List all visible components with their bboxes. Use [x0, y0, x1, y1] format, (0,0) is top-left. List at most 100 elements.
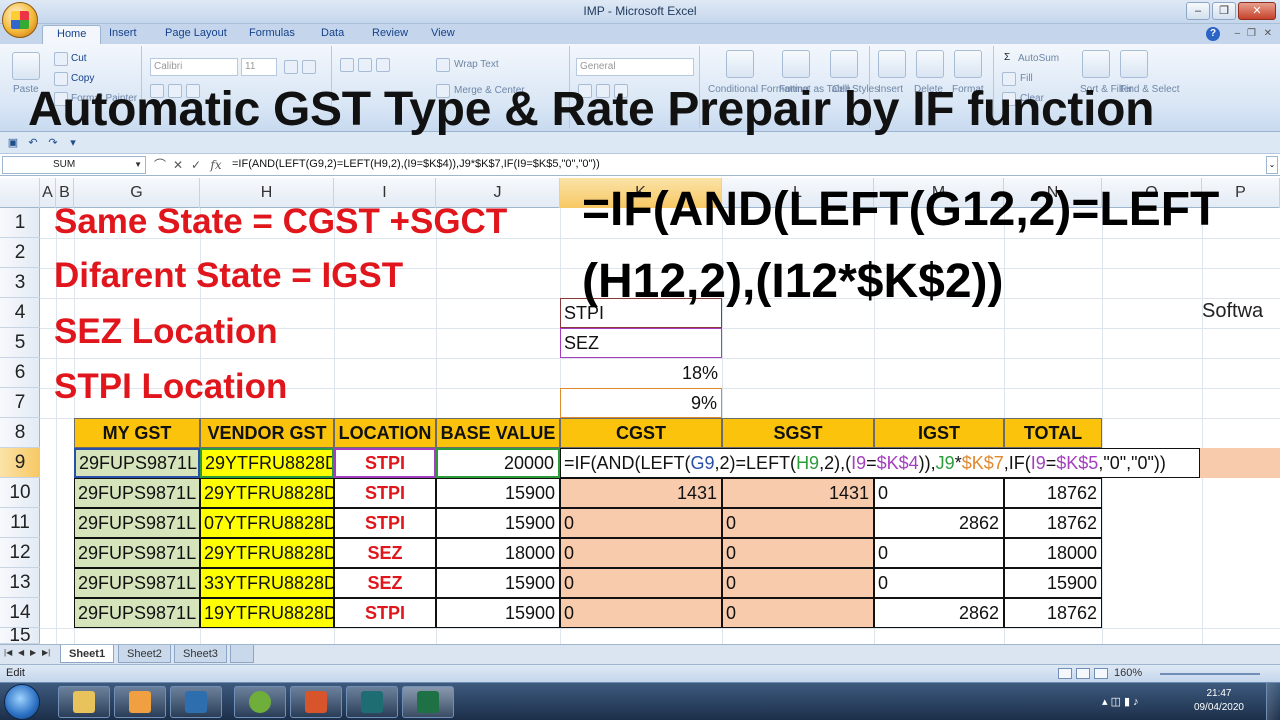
- table-cell-total[interactable]: 15900: [1004, 568, 1102, 598]
- table-cell-my-gst[interactable]: 29FUPS9871L: [74, 538, 200, 568]
- camera-app-taskbar-button[interactable]: [170, 686, 222, 718]
- tab-insert[interactable]: Insert: [109, 27, 137, 39]
- clock[interactable]: 21:47 09/04/2020: [1194, 687, 1244, 715]
- number-format-box[interactable]: General: [576, 58, 694, 76]
- close-button[interactable]: ✕: [1238, 2, 1276, 20]
- help-icon[interactable]: ?: [1206, 27, 1220, 41]
- table-cell-location[interactable]: STPI: [334, 508, 436, 538]
- next-sheet-icon[interactable]: ▶: [30, 648, 36, 657]
- table-cell-location[interactable]: SEZ: [334, 538, 436, 568]
- table-header[interactable]: BASE VALUE: [436, 418, 560, 448]
- cancel-edit-icon[interactable]: ✕: [170, 157, 186, 173]
- table-cell-vendor-gst[interactable]: 19YTFRU8828D: [200, 598, 334, 628]
- table-cell-cgst[interactable]: 0: [560, 568, 722, 598]
- find-select-icon[interactable]: [1120, 50, 1148, 78]
- row-header-11[interactable]: 11: [0, 508, 40, 538]
- table-cell-vendor-gst[interactable]: 29YTFRU8828D: [200, 448, 334, 478]
- row-header-2[interactable]: 2: [0, 238, 40, 268]
- table-cell-location[interactable]: STPI: [334, 598, 436, 628]
- table-cell-vendor-gst[interactable]: 07YTFRU8828D: [200, 508, 334, 538]
- table-header[interactable]: SGST: [722, 418, 874, 448]
- align-middle-icon[interactable]: [358, 58, 372, 72]
- tab-view[interactable]: View: [431, 27, 455, 39]
- tab-review[interactable]: Review: [372, 27, 408, 39]
- table-cell-cgst[interactable]: 0: [560, 538, 722, 568]
- table-cell-my-gst[interactable]: 29FUPS9871L: [74, 448, 200, 478]
- grow-font-icon[interactable]: [284, 60, 298, 74]
- table-header[interactable]: TOTAL: [1004, 418, 1102, 448]
- show-desktop-button[interactable]: [1266, 683, 1280, 720]
- table-cell-total[interactable]: 18762: [1004, 478, 1102, 508]
- table-cell-sgst[interactable]: 0: [722, 598, 874, 628]
- table-cell-my-gst[interactable]: 29FUPS9871L: [74, 508, 200, 538]
- confirm-edit-icon[interactable]: ✓: [188, 157, 204, 173]
- row-header-15[interactable]: 15: [0, 628, 40, 644]
- sheet-tab-sheet3[interactable]: Sheet3: [174, 645, 227, 663]
- table-cell-base-value[interactable]: 15900: [436, 478, 560, 508]
- table-header[interactable]: IGST: [874, 418, 1004, 448]
- table-cell-total[interactable]: 18000: [1004, 538, 1102, 568]
- app-taskbar-button[interactable]: [290, 686, 342, 718]
- table-header[interactable]: MY GST: [74, 418, 200, 448]
- last-sheet-icon[interactable]: ▶|: [42, 648, 50, 657]
- table-cell-sgst[interactable]: 0: [722, 508, 874, 538]
- insert-function-icon[interactable]: fx: [208, 157, 224, 173]
- table-cell-cgst[interactable]: 0: [560, 508, 722, 538]
- table-cell-igst[interactable]: 0: [874, 478, 1004, 508]
- conditional-formatting-icon[interactable]: [726, 50, 754, 78]
- table-cell-my-gst[interactable]: 29FUPS9871L: [74, 478, 200, 508]
- font-size-box[interactable]: 11: [241, 58, 277, 76]
- hp-app-taskbar-button[interactable]: [234, 686, 286, 718]
- prev-sheet-icon[interactable]: ◀: [18, 648, 24, 657]
- restore-button[interactable]: ❐: [1212, 2, 1236, 20]
- customize-toolbar-icon[interactable]: ▾: [66, 136, 80, 150]
- table-cell-location[interactable]: STPI: [334, 448, 436, 478]
- table-cell-cgst[interactable]: 0: [560, 598, 722, 628]
- row-header-14[interactable]: 14: [0, 598, 40, 628]
- paste-icon[interactable]: [12, 52, 40, 80]
- table-cell-total[interactable]: 18762: [1004, 508, 1102, 538]
- table-cell-total[interactable]: 18762: [1004, 598, 1102, 628]
- table-header[interactable]: LOCATION: [334, 418, 436, 448]
- table-cell-location[interactable]: SEZ: [334, 568, 436, 598]
- row-header-4[interactable]: 4: [0, 298, 40, 328]
- delete-cells-icon[interactable]: [916, 50, 944, 78]
- tab-home[interactable]: Home: [42, 25, 102, 45]
- tab-data[interactable]: Data: [321, 27, 344, 39]
- chevron-down-icon[interactable]: ▼: [134, 160, 142, 169]
- cut-label[interactable]: Cut: [71, 53, 87, 64]
- zoom-level[interactable]: 160%: [1114, 667, 1142, 679]
- row-header-8[interactable]: 8: [0, 418, 40, 448]
- ribbon-restore-icon[interactable]: ❐: [1247, 28, 1256, 39]
- table-cell-vendor-gst[interactable]: 29YTFRU8828D: [200, 538, 334, 568]
- align-bottom-icon[interactable]: [376, 58, 390, 72]
- table-header[interactable]: VENDOR GST: [200, 418, 334, 448]
- table-cell-igst[interactable]: 2862: [874, 508, 1004, 538]
- align-top-icon[interactable]: [340, 58, 354, 72]
- table-cell-base-value[interactable]: 15900: [436, 598, 560, 628]
- expand-formula-bar-icon[interactable]: ⌄: [1266, 156, 1278, 174]
- explorer-taskbar-button[interactable]: [58, 686, 110, 718]
- sheet-tab-sheet2[interactable]: Sheet2: [118, 645, 171, 663]
- wrap-text-icon[interactable]: [436, 58, 450, 72]
- video-editor-taskbar-button[interactable]: [346, 686, 398, 718]
- page-layout-view-icon[interactable]: [1076, 668, 1090, 679]
- save-icon[interactable]: ▣: [6, 136, 20, 150]
- table-cell-sgst[interactable]: 0: [722, 568, 874, 598]
- table-cell-base-value[interactable]: 18000: [436, 538, 560, 568]
- table-cell-vendor-gst[interactable]: 29YTFRU8828D: [200, 478, 334, 508]
- tab-formulas[interactable]: Formulas: [249, 27, 295, 39]
- undo-icon[interactable]: ↶: [26, 136, 40, 150]
- sort-filter-icon[interactable]: [1082, 50, 1110, 78]
- table-cell-my-gst[interactable]: 29FUPS9871L: [74, 568, 200, 598]
- table-cell-vendor-gst[interactable]: 33YTFRU8828D: [200, 568, 334, 598]
- table-cell-igst[interactable]: 2862: [874, 598, 1004, 628]
- table-cell-sgst[interactable]: 0: [722, 538, 874, 568]
- table-cell-cgst[interactable]: 1431: [560, 478, 722, 508]
- table-cell-location[interactable]: STPI: [334, 478, 436, 508]
- table-header[interactable]: CGST: [560, 418, 722, 448]
- insert-cells-icon[interactable]: [878, 50, 906, 78]
- table-cell-base-value[interactable]: 15900: [436, 508, 560, 538]
- normal-view-icon[interactable]: [1058, 668, 1072, 679]
- cell-k5[interactable]: SEZ: [560, 328, 722, 358]
